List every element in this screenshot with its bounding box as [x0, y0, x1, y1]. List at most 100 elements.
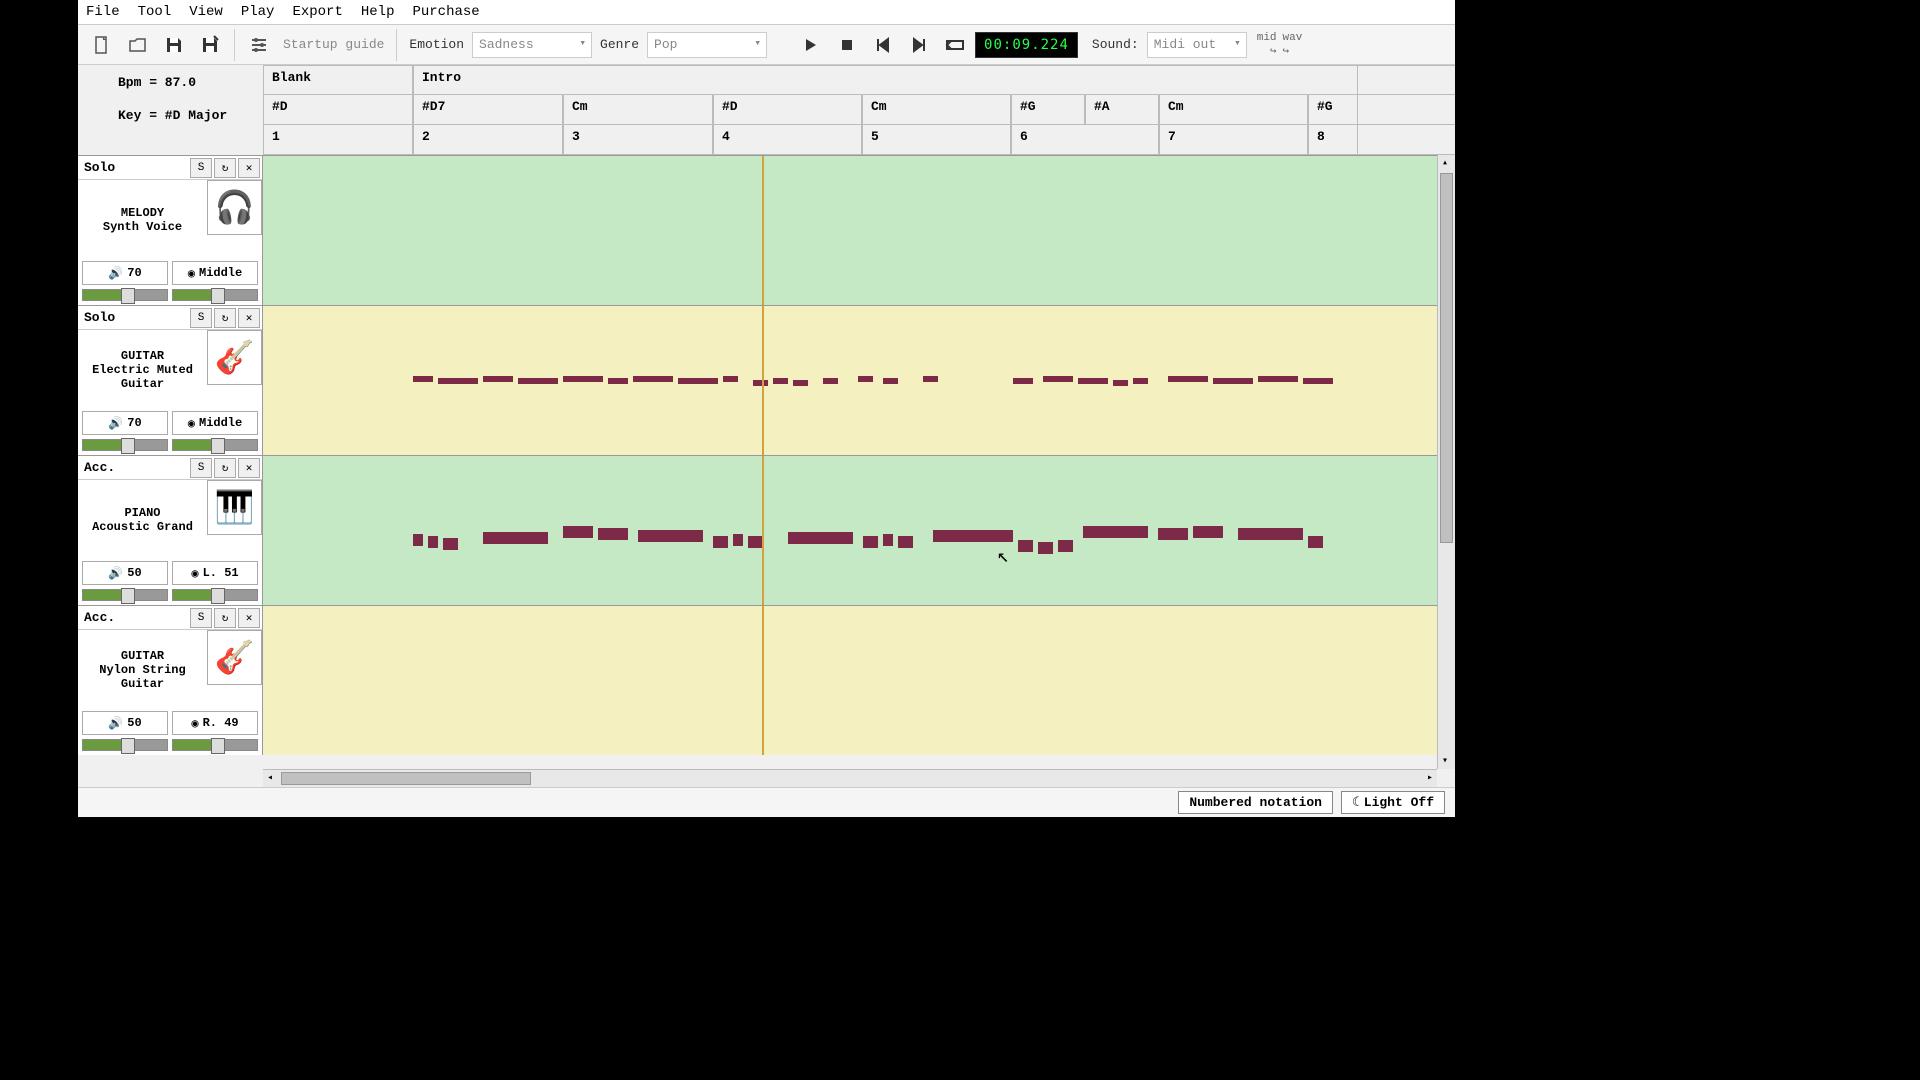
- note[interactable]: [1168, 376, 1208, 382]
- chord-cell[interactable]: #D7: [413, 95, 563, 124]
- note[interactable]: [438, 378, 478, 384]
- bar-cell[interactable]: 8: [1308, 125, 1358, 154]
- chord-cell[interactable]: #A: [1085, 95, 1159, 124]
- volume-box[interactable]: 🔊50: [82, 711, 168, 735]
- note[interactable]: [773, 378, 788, 384]
- volume-slider[interactable]: [82, 439, 168, 451]
- note[interactable]: [1038, 542, 1053, 554]
- bar-cell[interactable]: 3: [563, 125, 713, 154]
- emotion-select[interactable]: Sadness: [472, 32, 592, 58]
- note[interactable]: [1058, 540, 1073, 552]
- export-mid-icon[interactable]: ↪: [1270, 44, 1277, 58]
- volume-box[interactable]: 🔊50: [82, 561, 168, 585]
- export-wav-icon[interactable]: ↪: [1283, 44, 1290, 58]
- note[interactable]: [518, 378, 558, 384]
- note[interactable]: [483, 532, 548, 544]
- menu-file[interactable]: File: [86, 4, 120, 20]
- volume-box[interactable]: 🔊70: [82, 261, 168, 285]
- loop-icon[interactable]: [939, 29, 971, 61]
- note[interactable]: [1018, 540, 1033, 552]
- solo-button[interactable]: S: [190, 458, 212, 478]
- note[interactable]: [753, 380, 768, 386]
- save-as-icon[interactable]: [194, 29, 226, 61]
- note[interactable]: [1113, 380, 1128, 386]
- stop-icon[interactable]: [831, 29, 863, 61]
- note[interactable]: [413, 534, 423, 546]
- volume-box[interactable]: 🔊70: [82, 411, 168, 435]
- close-button[interactable]: ✕: [238, 608, 260, 628]
- close-button[interactable]: ✕: [238, 308, 260, 328]
- volume-slider[interactable]: [82, 289, 168, 301]
- solo-button[interactable]: S: [190, 158, 212, 178]
- bar-cell[interactable]: 7: [1159, 125, 1308, 154]
- volume-slider[interactable]: [82, 589, 168, 601]
- range-box[interactable]: ◉R. 49: [172, 711, 258, 735]
- bar-cell[interactable]: 5: [862, 125, 1011, 154]
- notation-button[interactable]: Numbered notation: [1178, 791, 1333, 814]
- bar-cell[interactable]: 1: [263, 125, 413, 154]
- chord-cell[interactable]: #D: [713, 95, 862, 124]
- refresh-button[interactable]: ↻: [214, 308, 236, 328]
- menu-help[interactable]: Help: [361, 4, 395, 20]
- scroll-thumb[interactable]: [1440, 173, 1453, 543]
- note[interactable]: [713, 536, 728, 548]
- volume-slider[interactable]: [82, 739, 168, 751]
- close-button[interactable]: ✕: [238, 158, 260, 178]
- range-box[interactable]: ◉L. 51: [172, 561, 258, 585]
- menu-play[interactable]: Play: [241, 4, 275, 20]
- scroll-thumb[interactable]: [281, 772, 531, 785]
- note[interactable]: [1078, 378, 1108, 384]
- close-button[interactable]: ✕: [238, 458, 260, 478]
- save-icon[interactable]: [158, 29, 190, 61]
- new-file-icon[interactable]: [86, 29, 118, 61]
- note[interactable]: [923, 376, 938, 382]
- vertical-scrollbar[interactable]: [1437, 155, 1455, 769]
- instrument-icon[interactable]: 🎸: [207, 330, 262, 385]
- section-cell[interactable]: Intro: [413, 66, 1358, 94]
- solo-button[interactable]: S: [190, 608, 212, 628]
- light-off-button[interactable]: ☾Light Off: [1341, 791, 1445, 814]
- note[interactable]: [1213, 378, 1253, 384]
- note[interactable]: [678, 378, 718, 384]
- note[interactable]: [1303, 378, 1333, 384]
- open-file-icon[interactable]: [122, 29, 154, 61]
- settings-icon[interactable]: [243, 29, 275, 61]
- pan-slider[interactable]: [172, 289, 258, 301]
- pan-slider[interactable]: [172, 739, 258, 751]
- note[interactable]: [788, 532, 853, 544]
- track-lane[interactable]: [263, 456, 1455, 605]
- horizontal-scrollbar[interactable]: [263, 769, 1437, 787]
- genre-select[interactable]: Pop: [647, 32, 767, 58]
- chord-cell[interactable]: #D: [263, 95, 413, 124]
- solo-button[interactable]: S: [190, 308, 212, 328]
- note[interactable]: [898, 536, 913, 548]
- instrument-icon[interactable]: 🎸: [207, 630, 262, 685]
- bar-cell[interactable]: 4: [713, 125, 862, 154]
- note[interactable]: [443, 538, 458, 550]
- note[interactable]: [863, 536, 878, 548]
- chord-cell[interactable]: Cm: [563, 95, 713, 124]
- pan-slider[interactable]: [172, 439, 258, 451]
- track-lane[interactable]: [263, 606, 1455, 755]
- note[interactable]: [1043, 376, 1073, 382]
- menu-purchase[interactable]: Purchase: [412, 4, 479, 20]
- instrument-icon[interactable]: 🎹: [207, 480, 262, 535]
- note[interactable]: [413, 376, 433, 382]
- refresh-button[interactable]: ↻: [214, 608, 236, 628]
- startup-guide-label[interactable]: Startup guide: [283, 37, 384, 52]
- note[interactable]: [1083, 526, 1148, 538]
- note[interactable]: [793, 380, 808, 386]
- note[interactable]: [883, 534, 893, 546]
- track-lane[interactable]: [263, 156, 1455, 305]
- note[interactable]: [1193, 526, 1223, 538]
- note[interactable]: [1013, 378, 1033, 384]
- note[interactable]: [563, 376, 603, 382]
- chord-cell[interactable]: Cm: [862, 95, 1011, 124]
- note[interactable]: [823, 378, 838, 384]
- refresh-button[interactable]: ↻: [214, 158, 236, 178]
- note[interactable]: [1133, 378, 1148, 384]
- menu-export[interactable]: Export: [292, 4, 342, 20]
- note[interactable]: [723, 376, 738, 382]
- note[interactable]: [483, 376, 513, 382]
- note[interactable]: [1308, 536, 1323, 548]
